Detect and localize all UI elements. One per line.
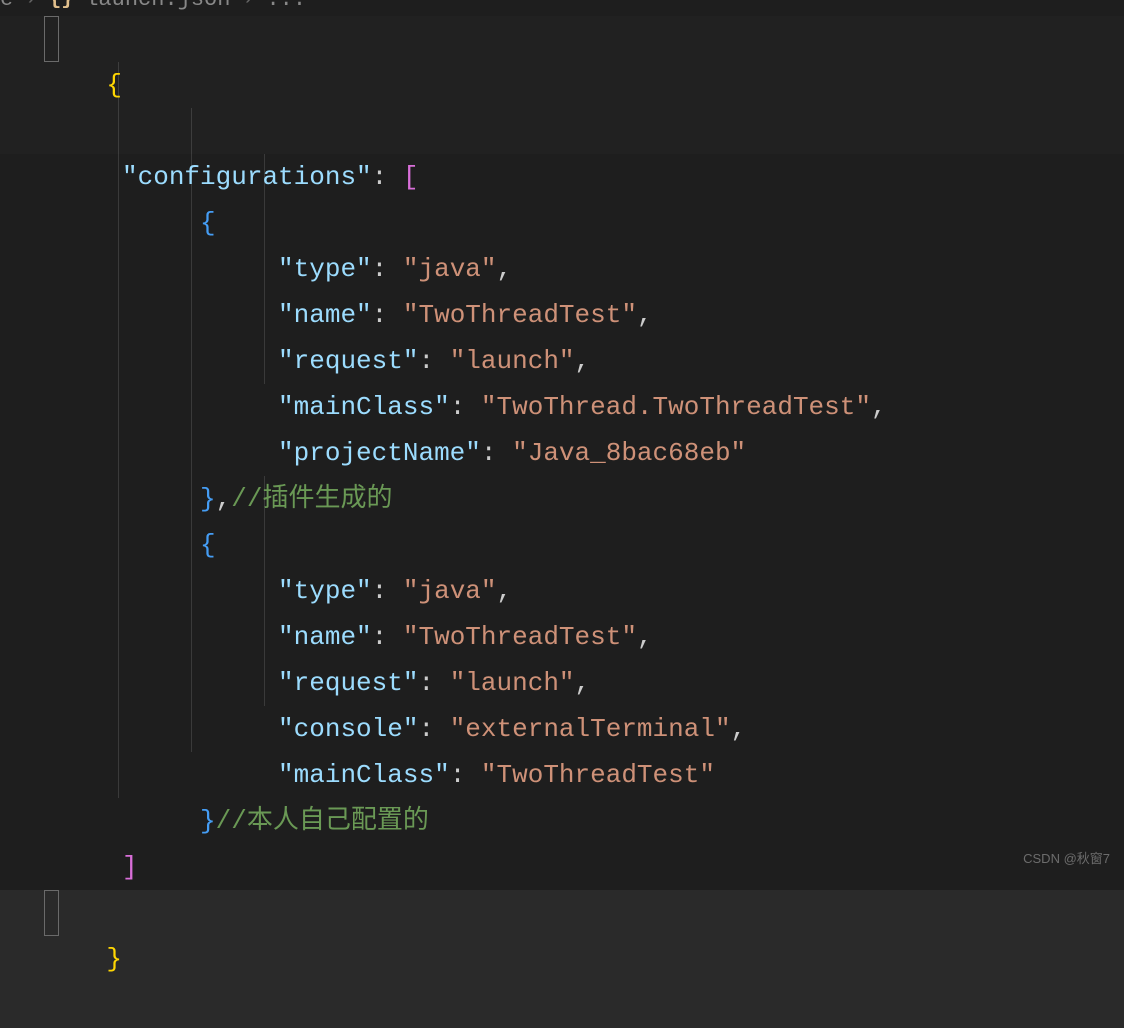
json-string: "TwoThreadTest" <box>403 300 637 330</box>
code-line[interactable]: } <box>0 890 1124 1028</box>
json-string: "java" <box>403 254 497 284</box>
breadcrumb-trailing[interactable]: ... <box>266 0 306 10</box>
comment: //插件生成的 <box>231 484 392 514</box>
code-line[interactable]: "name": "TwoThreadTest", <box>0 292 1124 338</box>
json-string: "TwoThreadTest" <box>481 760 715 790</box>
breadcrumb-prefix: e <box>0 0 13 10</box>
breadcrumb-filename[interactable]: launch.json <box>85 0 230 10</box>
json-string: "TwoThread.TwoThreadTest" <box>481 392 871 422</box>
code-line[interactable]: "type": "java", <box>0 246 1124 292</box>
json-string: "launch" <box>450 668 575 698</box>
json-file-icon: {} <box>49 0 73 10</box>
json-key: "request" <box>278 668 418 698</box>
json-string: "TwoThreadTest" <box>403 622 637 652</box>
code-line[interactable]: }//本人自己配置的 <box>0 798 1124 844</box>
code-line[interactable]: "console": "externalTerminal", <box>0 706 1124 752</box>
json-key: "request" <box>278 346 418 376</box>
json-key: "type" <box>278 254 372 284</box>
code-line[interactable]: "request": "launch", <box>0 660 1124 706</box>
json-key: "name" <box>278 300 372 330</box>
code-line[interactable]: },//插件生成的 <box>0 476 1124 522</box>
code-line[interactable]: "configurations": [ <box>0 154 1124 200</box>
json-key: "console" <box>278 714 418 744</box>
json-key: "projectName" <box>278 438 481 468</box>
code-line[interactable]: { <box>0 522 1124 568</box>
json-string: "externalTerminal" <box>450 714 731 744</box>
json-key: "mainClass" <box>278 760 450 790</box>
chevron-right-icon: › <box>25 0 37 10</box>
json-string: "java" <box>403 576 497 606</box>
json-key: "mainClass" <box>278 392 450 422</box>
comment: //本人自己配置的 <box>216 806 429 836</box>
code-line[interactable]: "name": "TwoThreadTest", <box>0 614 1124 660</box>
code-line[interactable]: "mainClass": "TwoThreadTest" <box>0 752 1124 798</box>
code-editor[interactable]: { "configurations": [ { "type": "java", … <box>0 16 1124 1028</box>
json-string: "launch" <box>450 346 575 376</box>
breadcrumb[interactable]: e › {} launch.json › ... <box>0 0 1124 10</box>
code-line[interactable]: "request": "launch", <box>0 338 1124 384</box>
json-key: "configurations" <box>122 162 372 192</box>
code-line[interactable]: { <box>0 16 1124 154</box>
code-line[interactable]: ] <box>0 844 1124 890</box>
code-line[interactable]: "type": "java", <box>0 568 1124 614</box>
code-line[interactable]: "mainClass": "TwoThread.TwoThreadTest", <box>0 384 1124 430</box>
code-line[interactable]: "projectName": "Java_8bac68eb" <box>0 430 1124 476</box>
chevron-right-icon: › <box>242 0 254 10</box>
json-key: "type" <box>278 576 372 606</box>
watermark: CSDN @秋窗7 <box>1023 836 1110 882</box>
json-key: "name" <box>278 622 372 652</box>
json-string: "Java_8bac68eb" <box>512 438 746 468</box>
code-line[interactable]: { <box>0 200 1124 246</box>
